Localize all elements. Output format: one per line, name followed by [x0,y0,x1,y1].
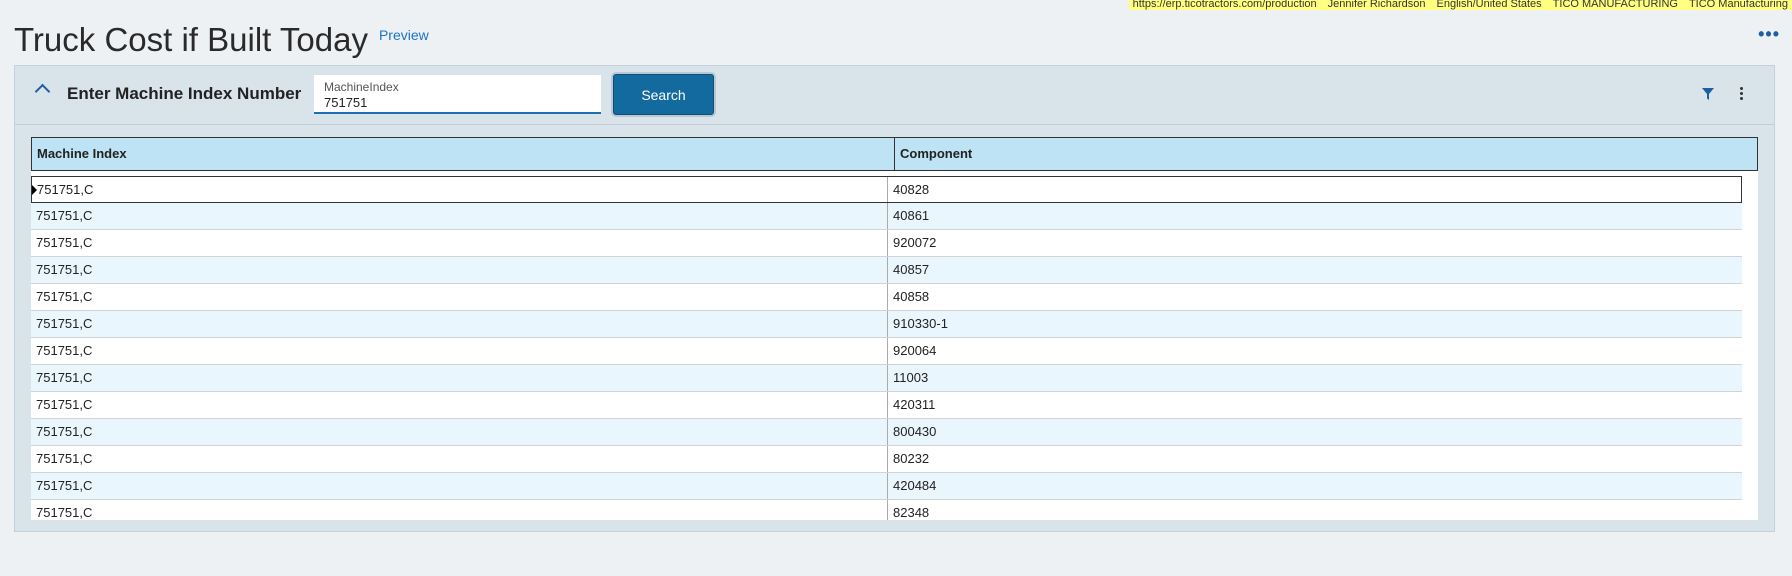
machine-index-cell[interactable]: 751751,C [31,284,888,310]
machine-index-input[interactable] [324,95,584,110]
machine-index-cell[interactable]: 751751,C [31,338,888,364]
page-title: Truck Cost if Built Today [14,21,368,58]
panel-title: Enter Machine Index Number [67,84,302,103]
table-row[interactable]: 751751,C 800430 [31,419,1742,446]
table-row[interactable]: 751751,C 920064 [31,338,1742,365]
component-cell[interactable]: 82348 [888,500,1742,520]
grid-body: 751751,C 40828 751751,C 40861 751751,C 920072… [31,176,1742,520]
table-row[interactable]: 751751,C 920072 [31,230,1742,257]
results-grid: Machine Index Component 751751,C 40828 751… [31,137,1758,520]
preview-link[interactable]: Preview [379,27,429,43]
environment-bar: https://erp.ticotractors.com/production … [1128,0,1792,10]
machine-index-field: MachineIndex [314,75,601,114]
machine-index-cell[interactable]: 751751,C [31,230,888,256]
component-cell[interactable]: 800430 [888,419,1742,445]
component-cell[interactable]: 920072 [888,230,1742,256]
table-row[interactable]: 751751,C 82348 [31,500,1742,520]
panel-header: Enter Machine Index Number MachineIndex … [15,66,1774,125]
component-cell[interactable]: 420311 [888,392,1742,418]
component-cell[interactable]: 80232 [888,446,1742,472]
table-row[interactable]: 751751,C 40857 [31,257,1742,284]
env-user: Jennifer Richardson [1327,0,1426,10]
table-row[interactable]: 751751,C 910330-1 [31,311,1742,338]
machine-index-cell[interactable]: 751751,C [31,365,888,391]
more-vertical-icon[interactable] [1740,87,1744,100]
component-cell[interactable]: 40861 [888,203,1742,229]
machine-index-cell[interactable]: 751751,C [31,257,888,283]
component-cell[interactable]: 40857 [888,257,1742,283]
row-selector-icon [32,185,37,195]
component-cell[interactable]: 420484 [888,473,1742,499]
component-cell[interactable]: 11003 [888,365,1742,391]
grid-header: Machine Index Component [31,137,1758,171]
machine-index-cell[interactable]: 751751,C [31,203,888,229]
env-company: TICO MANUFACTURING [1552,0,1678,10]
machine-index-label: MachineIndex [324,80,399,94]
table-row[interactable]: 751751,C 80232 [31,446,1742,473]
table-row[interactable]: 751751,C 40861 [31,203,1742,230]
component-cell[interactable]: 40858 [888,284,1742,310]
table-row[interactable]: 751751,C 40858 [31,284,1742,311]
machine-index-cell[interactable]: 751751,C [32,177,888,202]
machine-index-cell[interactable]: 751751,C [31,311,888,337]
page-header: Truck Cost if Built Today Preview [14,18,429,62]
component-cell[interactable]: 40828 [888,177,1741,202]
machine-index-cell[interactable]: 751751,C [31,500,888,520]
env-language: English/United States [1436,0,1542,10]
machine-index-cell[interactable]: 751751,C [31,473,888,499]
more-horizontal-icon[interactable]: ••• [1758,25,1780,43]
table-row[interactable]: 751751,C 11003 [31,365,1742,392]
column-header-machine-index[interactable]: Machine Index [31,137,895,171]
machine-index-cell[interactable]: 751751,C [31,446,888,472]
env-site: TICO Manufacturing [1688,0,1788,10]
component-cell[interactable]: 910330-1 [888,311,1742,337]
table-row[interactable]: 751751,C 420484 [31,473,1742,500]
chevron-up-icon[interactable] [34,83,51,100]
machine-index-cell[interactable]: 751751,C [31,419,888,445]
machine-index-cell[interactable]: 751751,C [31,392,888,418]
env-url: https://erp.ticotractors.com/production [1132,0,1317,10]
table-row[interactable]: 751751,C 420311 [31,392,1742,419]
filter-icon[interactable] [1702,88,1714,100]
component-cell[interactable]: 920064 [888,338,1742,364]
column-header-component[interactable]: Component [895,137,1758,171]
table-row[interactable]: 751751,C 40828 [31,176,1742,203]
search-button[interactable]: Search [613,74,714,115]
dashboard-panel: Enter Machine Index Number MachineIndex … [14,65,1775,532]
